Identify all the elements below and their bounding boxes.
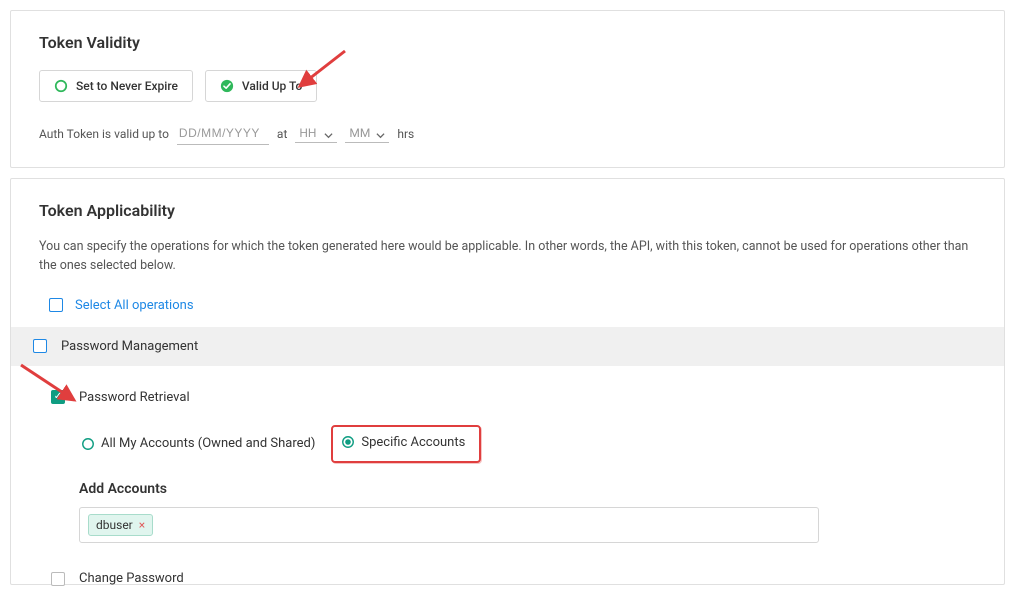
mm-label: MM [349, 126, 370, 140]
select-all-row: Select All operations [39, 292, 976, 327]
account-tag-chip: dbuser × [88, 514, 153, 536]
specific-accounts-label: Specific Accounts [361, 435, 465, 450]
add-accounts-block: Add Accounts dbuser × [11, 481, 1004, 543]
add-accounts-title: Add Accounts [79, 481, 1004, 497]
specific-accounts-highlight: Specific Accounts [331, 425, 481, 464]
at-label: at [277, 127, 287, 141]
chevron-down-icon [376, 129, 385, 138]
date-input[interactable] [177, 122, 269, 145]
password-retrieval-label: Password Retrieval [79, 390, 190, 405]
hour-select[interactable]: HH [295, 124, 337, 143]
validity-options: Set to Never Expire Valid Up To [39, 70, 976, 102]
never-expire-button[interactable]: Set to Never Expire [39, 70, 193, 102]
password-management-label: Password Management [61, 339, 198, 354]
radio-checked-icon [341, 435, 355, 449]
never-expire-label: Set to Never Expire [76, 79, 178, 93]
operations-container: Password Management ✓ Password Retrieval… [11, 327, 1004, 606]
password-retrieval-checkbox[interactable]: ✓ [51, 390, 65, 404]
applicability-title: Token Applicability [39, 201, 976, 220]
password-retrieval-row: ✓ Password Retrieval [11, 366, 1004, 419]
minute-select[interactable]: MM [345, 124, 389, 143]
circle-outline-icon [54, 79, 68, 93]
remove-tag-icon[interactable]: × [139, 519, 145, 531]
all-my-accounts-label: All My Accounts (Owned and Shared) [101, 436, 315, 451]
validity-title: Token Validity [39, 33, 976, 52]
valid-up-to-button[interactable]: Valid Up To [205, 70, 317, 102]
account-tag-label: dbuser [96, 518, 133, 532]
hh-label: HH [299, 126, 316, 140]
password-management-checkbox[interactable] [33, 339, 47, 353]
validity-line-prefix: Auth Token is valid up to [39, 127, 169, 141]
all-my-accounts-radio[interactable]: All My Accounts (Owned and Shared) [79, 432, 317, 455]
valid-up-to-label: Valid Up To [242, 79, 302, 93]
specific-accounts-radio[interactable]: Specific Accounts [341, 435, 465, 450]
validity-inputs-row: Auth Token is valid up to at HH MM hrs [39, 122, 976, 145]
change-password-row: Change Password [11, 543, 1004, 606]
check-icon: ✓ [54, 392, 62, 402]
select-all-checkbox[interactable] [49, 298, 63, 312]
password-management-header[interactable]: Password Management [11, 327, 1004, 366]
change-password-checkbox[interactable] [51, 572, 65, 586]
accounts-radio-row: All My Accounts (Owned and Shared) Speci… [11, 425, 1004, 464]
change-password-label: Change Password [79, 571, 184, 586]
check-circle-icon [220, 79, 234, 93]
radio-unchecked-icon [81, 437, 95, 451]
accounts-tag-input[interactable]: dbuser × [79, 507, 819, 543]
applicability-description: You can specify the operations for which… [39, 238, 976, 276]
token-validity-panel: Token Validity Set to Never Expire Valid… [10, 10, 1005, 168]
hrs-label: hrs [397, 127, 414, 141]
chevron-down-icon [324, 129, 333, 138]
token-applicability-panel: Token Applicability You can specify the … [10, 178, 1005, 585]
select-all-link[interactable]: Select All operations [75, 298, 194, 313]
